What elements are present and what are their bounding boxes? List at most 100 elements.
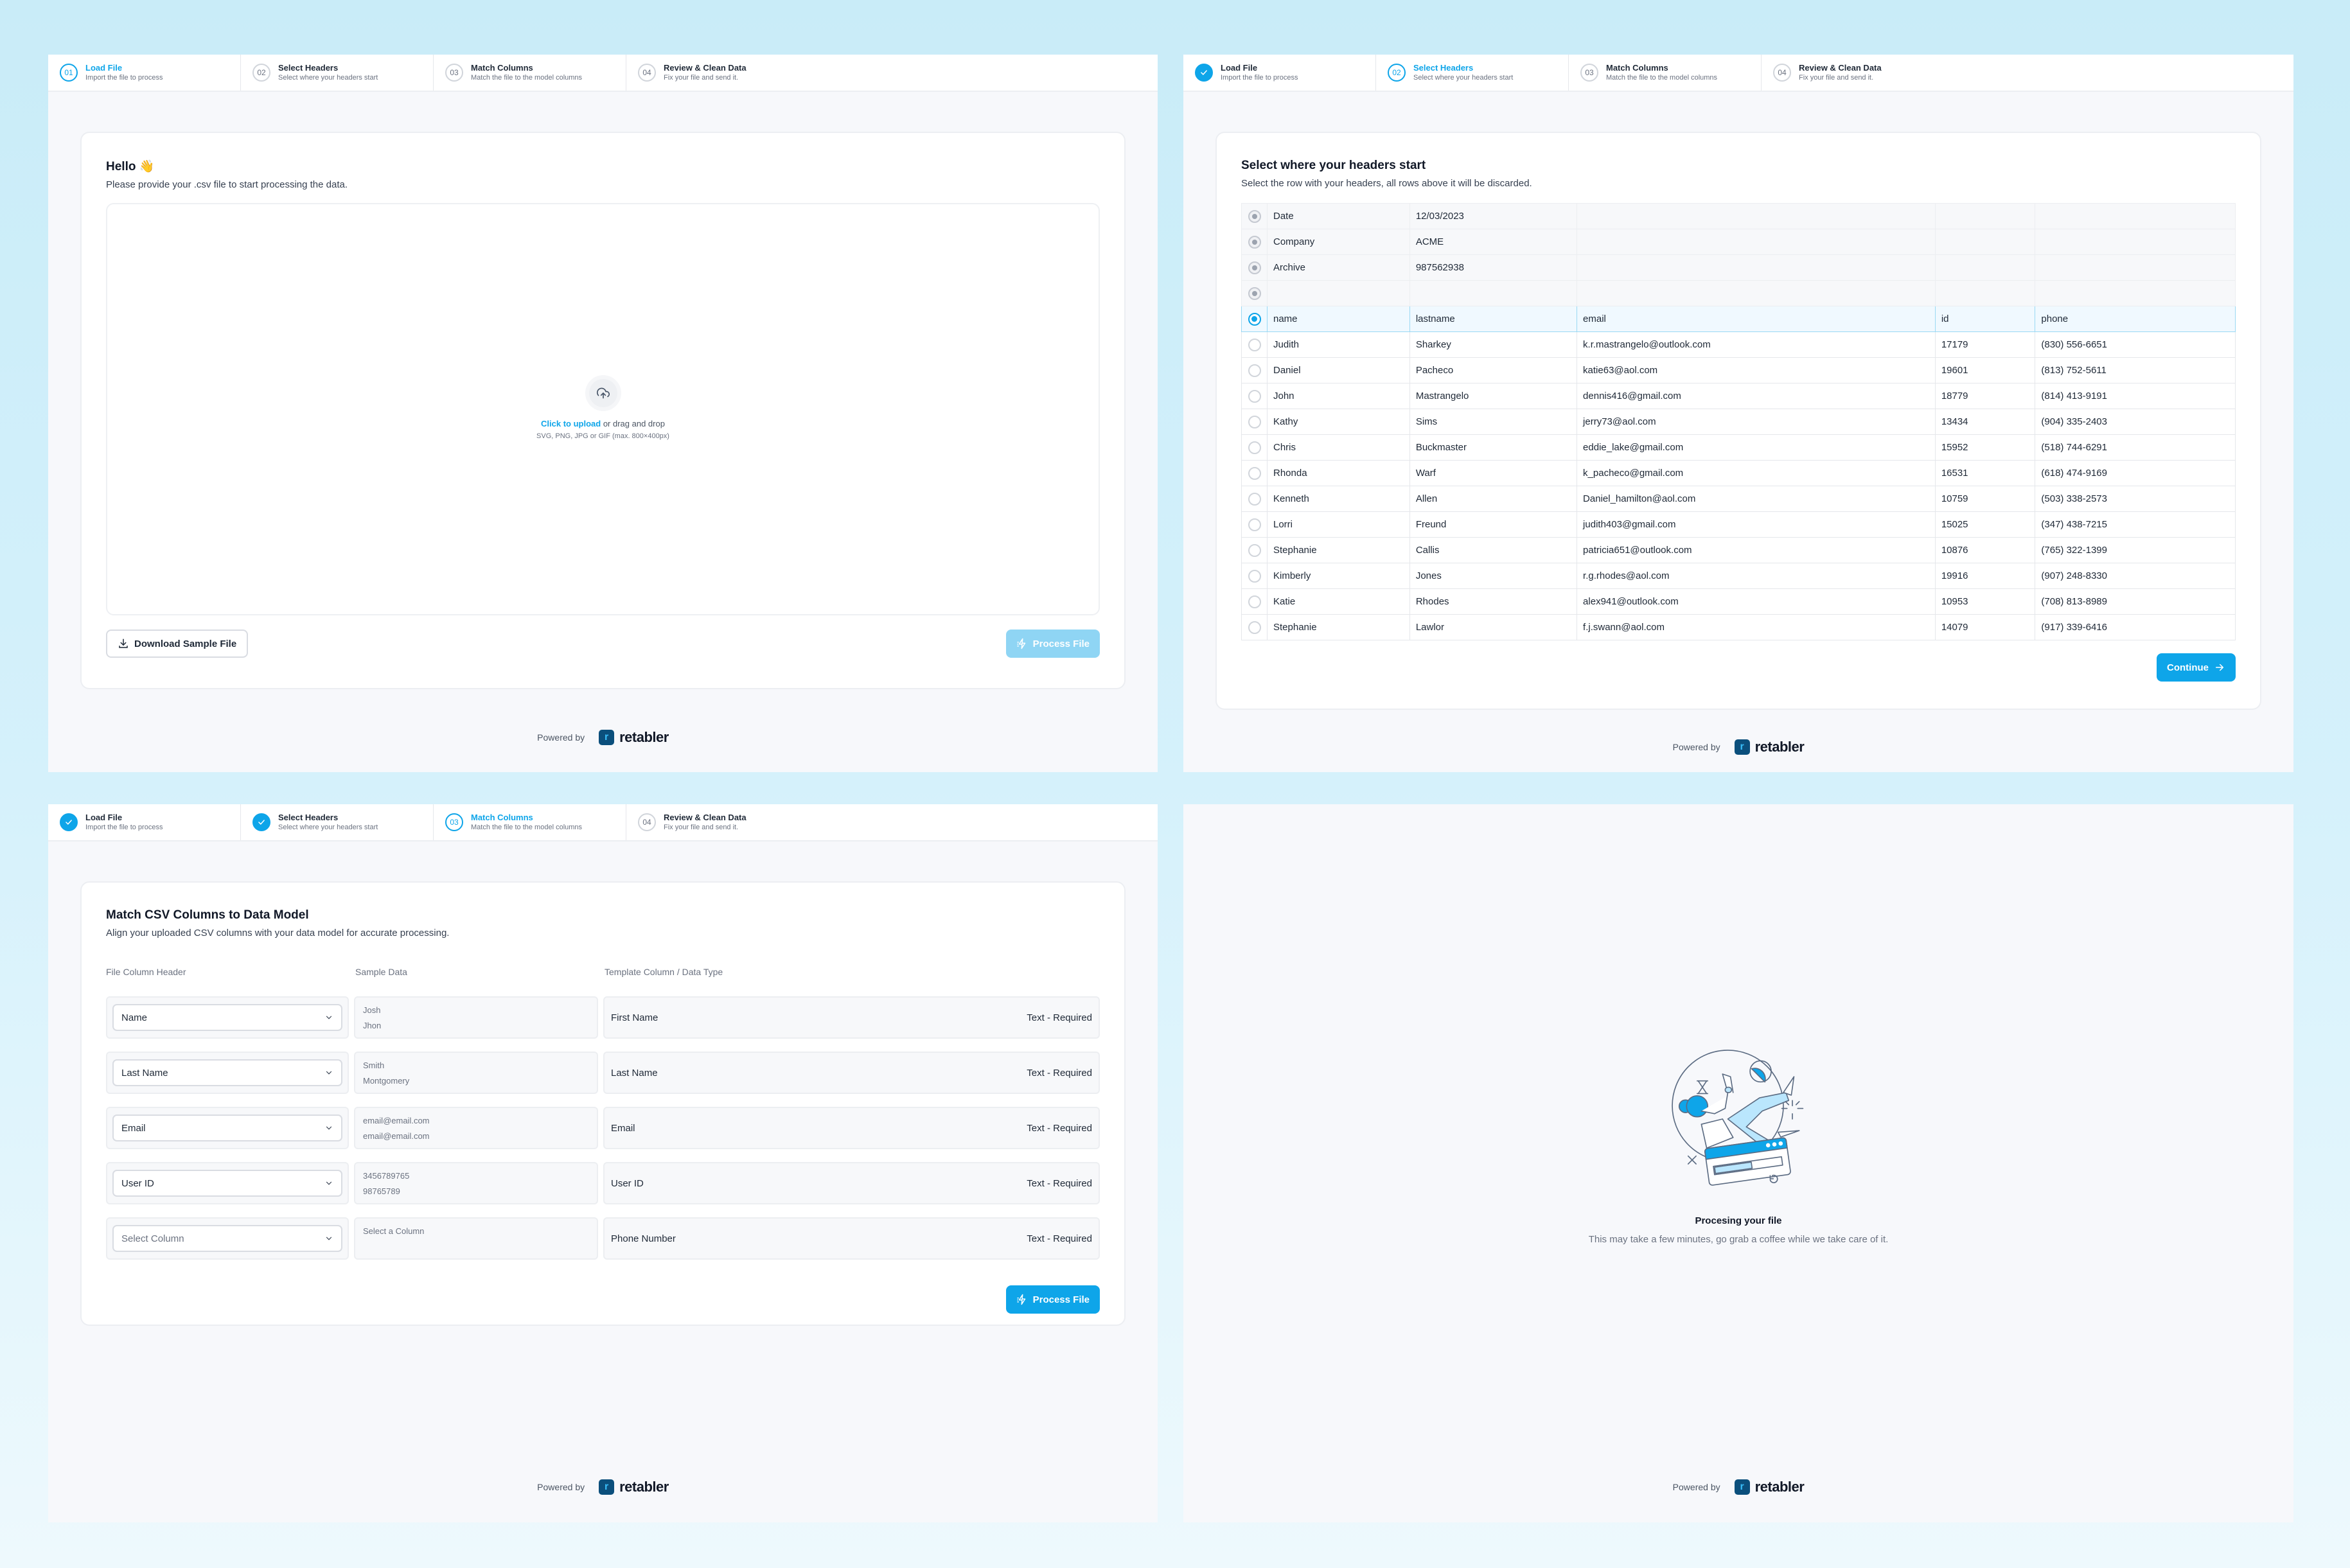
step-title: Load File bbox=[85, 63, 123, 73]
step-1[interactable]: Load File Import the file to process bbox=[1183, 55, 1376, 91]
download-sample-button[interactable]: Download Sample File bbox=[106, 630, 249, 658]
step-4[interactable]: 04 Review & Clean Data Fix your file and s… bbox=[1762, 55, 1954, 91]
step-4[interactable]: 04 Review & Clean Data Fix your file and s… bbox=[626, 804, 819, 840]
click-to-upload-link[interactable]: Click to upload bbox=[541, 419, 601, 428]
row-radio[interactable] bbox=[1248, 364, 1261, 377]
step-2[interactable]: 02 Select Headers Select where your header… bbox=[1376, 55, 1569, 91]
table-row[interactable]: name lastname email id phone bbox=[1241, 306, 2236, 332]
table-cell: (830) 556-6651 bbox=[2035, 331, 2236, 358]
step-1[interactable]: 01 Load File Import the file to process bbox=[48, 55, 241, 91]
retabler-brand-name: retabler bbox=[1754, 739, 1805, 755]
column-select[interactable]: Name bbox=[112, 1004, 342, 1031]
row-radio-cell bbox=[1241, 203, 1268, 229]
table-cell: Daniel bbox=[1267, 357, 1410, 383]
sample-data-cell: Smith Montgomery bbox=[354, 1052, 598, 1094]
row-radio[interactable] bbox=[1248, 389, 1261, 403]
retabler-logo[interactable]: r retabler bbox=[599, 1479, 669, 1495]
row-radio[interactable] bbox=[1248, 621, 1261, 634]
table-row[interactable]: John Mastrangelo dennis416@gmail.com 18779(… bbox=[1241, 383, 2236, 409]
row-radio-cell bbox=[1241, 563, 1268, 589]
table-row[interactable]: Kenneth Allen Daniel_hamilton@aol.com 10759… bbox=[1241, 486, 2236, 512]
table-cell: eddie_lake@gmail.com bbox=[1577, 434, 1936, 461]
row-radio[interactable] bbox=[1248, 286, 1261, 300]
table-row[interactable]: Daniel Pacheco katie63@aol.com 19601 (813) 7… bbox=[1241, 357, 2236, 383]
powered-by: Powered by r retabler bbox=[48, 1479, 1158, 1495]
table-cell: 13434 bbox=[1934, 409, 2036, 435]
table-row[interactable]: Lorri Freund judith403@gmail.com 15025 (347)… bbox=[1241, 511, 2236, 538]
column-select[interactable]: Last Name bbox=[112, 1059, 342, 1086]
file-column-cell: Select Column bbox=[106, 1217, 349, 1260]
table-row[interactable]: Stephanie Callis patricia651@outlook.com 10… bbox=[1241, 537, 2236, 563]
upload-instructions: Click to upload or drag and drop bbox=[541, 419, 665, 428]
table-row[interactable]: Kimberly Jones r.g.rhodes@aol.com 19916 (907… bbox=[1241, 563, 2236, 589]
sample-value: Select a Column bbox=[363, 1226, 425, 1236]
step-2[interactable]: 02 Select Headers Select where your header… bbox=[241, 55, 434, 91]
row-radio[interactable] bbox=[1248, 466, 1261, 480]
table-cell: Mastrangelo bbox=[1409, 383, 1578, 409]
column-select-value: Select Column bbox=[121, 1233, 184, 1244]
processing-title: Procesing your file bbox=[1695, 1215, 1782, 1226]
column-select[interactable]: Select Column bbox=[112, 1225, 342, 1252]
column-select[interactable]: User ID bbox=[112, 1170, 342, 1197]
retabler-logo[interactable]: r retabler bbox=[1734, 1479, 1805, 1495]
row-radio[interactable] bbox=[1248, 312, 1261, 326]
table-row[interactable]: Kathy Sims jerry73@aol.com 13434 (904) 335-2… bbox=[1241, 409, 2236, 435]
table-cell bbox=[1934, 280, 2036, 306]
row-radio[interactable] bbox=[1248, 209, 1261, 223]
row-radio[interactable] bbox=[1248, 415, 1261, 428]
step-3[interactable]: 03 Match Columns Match the file to the mod… bbox=[434, 804, 626, 840]
table-cell: Stephanie bbox=[1267, 614, 1410, 640]
row-radio[interactable] bbox=[1248, 441, 1261, 454]
sample-data-cell: 3456789765 98765789 bbox=[354, 1162, 598, 1204]
process-file-button[interactable]: Process File bbox=[1005, 1285, 1100, 1314]
row-radio[interactable] bbox=[1248, 518, 1261, 531]
match-row: User ID 3456789765 98765789 User ID Text - R… bbox=[106, 1162, 1100, 1204]
stepper: Load File Import the file to process Selec… bbox=[48, 804, 1158, 841]
step-2[interactable]: Select Headers Select where your headers … bbox=[241, 804, 434, 840]
chevron-down-icon bbox=[326, 1126, 332, 1130]
step-1[interactable]: Load File Import the file to process bbox=[48, 804, 241, 840]
table-cell: judith403@gmail.com bbox=[1577, 511, 1936, 538]
row-radio[interactable] bbox=[1248, 235, 1261, 249]
file-dropzone[interactable]: Click to upload or drag and drop SVG, PN… bbox=[106, 203, 1100, 615]
table-row[interactable]: Archive 987562938 bbox=[1241, 254, 2236, 281]
table-row[interactable]: Rhonda Warf k_pacheco@gmail.com 16531 (618) … bbox=[1241, 460, 2236, 486]
table-row[interactable]: Date 12/03/2023 bbox=[1241, 203, 2236, 229]
table-cell: John bbox=[1267, 383, 1410, 409]
retabler-logo[interactable]: r retabler bbox=[599, 729, 669, 746]
retabler-logo[interactable]: r retabler bbox=[1734, 739, 1805, 755]
row-radio[interactable] bbox=[1248, 338, 1261, 351]
table-row[interactable]: Stephanie Lawlor f.j.swann@aol.com 14079 (91… bbox=[1241, 614, 2236, 640]
table-row[interactable]: Chris Buckmaster eddie_lake@gmail.com 15952… bbox=[1241, 434, 2236, 461]
row-radio[interactable] bbox=[1248, 543, 1261, 557]
row-radio[interactable] bbox=[1248, 492, 1261, 506]
continue-button[interactable]: Continue bbox=[2157, 653, 2236, 682]
step-subtitle: Fix your file and send it. bbox=[664, 824, 739, 831]
table-row[interactable]: Katie Rhodes alex941@outlook.com 10953 (708)… bbox=[1241, 588, 2236, 615]
lightning-icon bbox=[1017, 1294, 1025, 1305]
column-select[interactable]: Email bbox=[112, 1114, 342, 1141]
row-radio[interactable] bbox=[1248, 569, 1261, 583]
match-row: Name Josh Jhon First Name Text - Required bbox=[106, 996, 1100, 1039]
table-cell bbox=[1577, 203, 1936, 229]
powered-by-text: Powered by bbox=[537, 732, 585, 743]
table-row[interactable]: Company ACME bbox=[1241, 229, 2236, 255]
row-radio[interactable] bbox=[1248, 261, 1261, 274]
page-subtitle: Please provide your .csv file to start p… bbox=[106, 179, 348, 190]
match-rows: Name Josh Jhon First Name Text - Required Las… bbox=[106, 996, 1100, 1260]
step-4[interactable]: 04 Review & Clean Data Fix your file and s… bbox=[626, 55, 819, 91]
match-row: Email email@email.com email@email.com Email… bbox=[106, 1107, 1100, 1149]
processing-illustration bbox=[1672, 1050, 1804, 1186]
table-cell: Warf bbox=[1409, 460, 1578, 486]
processing-screen: Procesing your file This may take a few … bbox=[1183, 804, 2293, 1522]
process-file-button-disabled[interactable]: Process File bbox=[1005, 630, 1100, 658]
row-radio[interactable] bbox=[1248, 595, 1261, 608]
step-3[interactable]: 03 Match Columns Match the file to the mod… bbox=[434, 55, 626, 91]
step-3[interactable]: 03 Match Columns Match the file to the mod… bbox=[1569, 55, 1762, 91]
step-text: Review & Clean Data Fix your file and sen… bbox=[664, 63, 747, 82]
table-row[interactable]: Judith Sharkey k.r.mastrangelo@outlook.com… bbox=[1241, 331, 2236, 358]
step-subtitle: Import the file to process bbox=[85, 824, 163, 831]
table-row[interactable] bbox=[1241, 280, 2236, 306]
process-file-label: Process File bbox=[1032, 1294, 1090, 1305]
header-selection-table: Date 12/03/2023 Company ACME Archive 98756293… bbox=[1241, 203, 2236, 640]
